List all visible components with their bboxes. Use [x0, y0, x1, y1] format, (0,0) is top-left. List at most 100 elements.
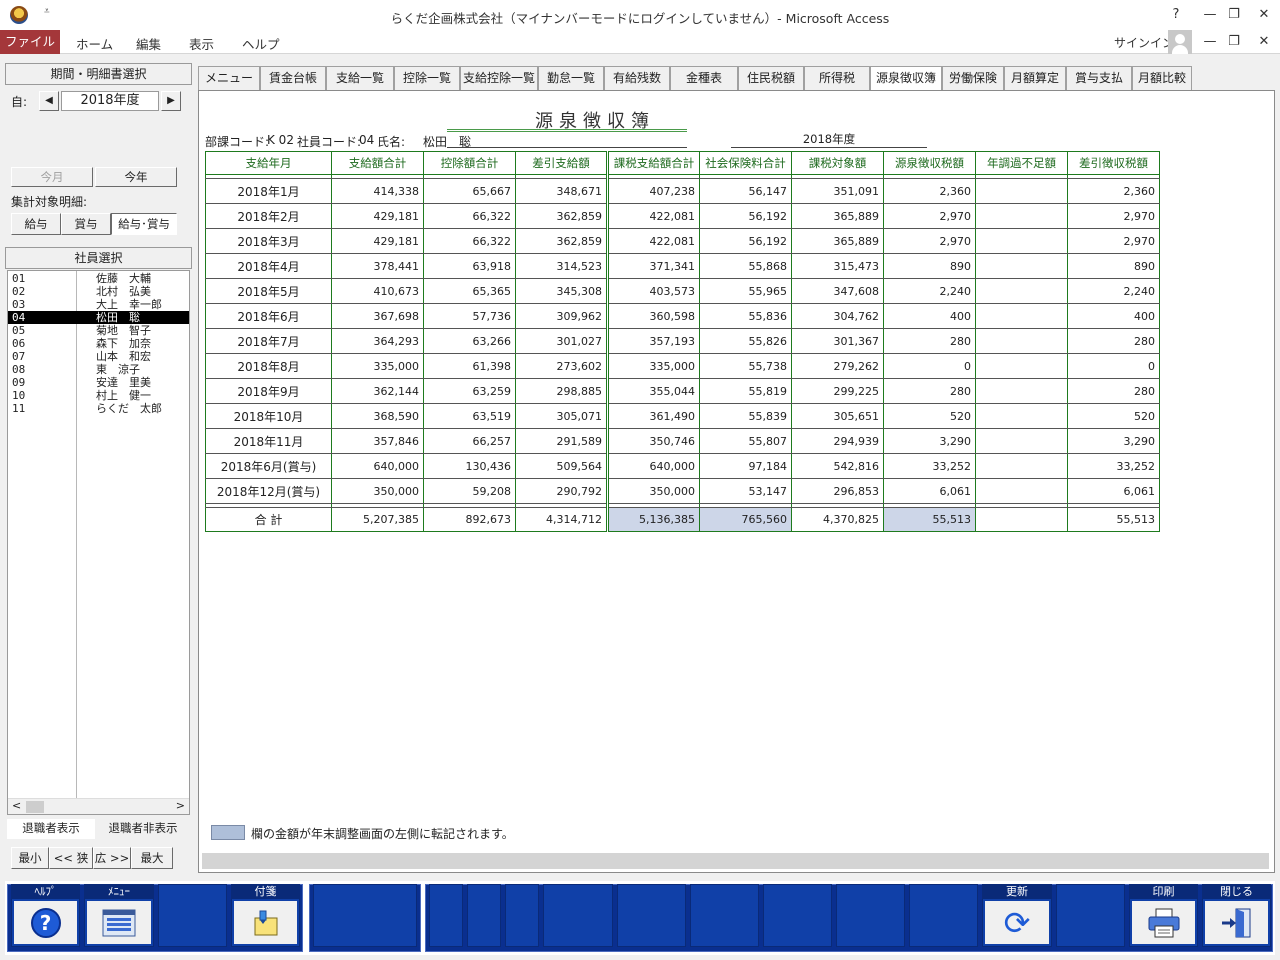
doc-close-button[interactable]: ✕: [1252, 32, 1276, 52]
row-label-cell: 2018年1月: [205, 178, 332, 204]
amount-cell: 640,000: [331, 453, 424, 479]
empty-toolbar-button-9[interactable]: [763, 884, 832, 947]
show-retired-button[interactable]: 退職者表示: [7, 819, 95, 839]
ribbon-tab-edit[interactable]: 編集: [136, 34, 161, 53]
employee-row[interactable]: 11 らくだ 太郎: [8, 402, 189, 415]
ribbon-tab-file[interactable]: ファイル: [0, 30, 60, 54]
amount-cell: 371,341: [606, 253, 700, 279]
this-year-button[interactable]: 今年: [95, 167, 177, 187]
employee-name: 村上 健一: [96, 389, 151, 402]
tab-7[interactable]: 金種表: [670, 66, 738, 90]
empty-toolbar-button-6[interactable]: [543, 884, 613, 947]
tab-5[interactable]: 勤怠一覧: [538, 66, 604, 90]
target-salary-bonus-button[interactable]: 給与･賞与: [111, 213, 177, 235]
employee-row[interactable]: 04 松田 聡: [8, 311, 189, 324]
amount-cell: 97,184: [699, 453, 792, 479]
ribbon-tab-help[interactable]: ヘルプ: [242, 34, 280, 53]
employee-row[interactable]: 03 大上 幸一郎: [8, 298, 189, 311]
empty-toolbar-button-12[interactable]: [1056, 884, 1125, 947]
empty-toolbar-button-2[interactable]: [313, 884, 417, 947]
refresh-button[interactable]: 更新 ⟳: [982, 884, 1052, 947]
help-icon[interactable]: ?: [1164, 5, 1188, 25]
ribbon-tab-home[interactable]: ホーム: [76, 34, 113, 53]
empty-toolbar-button-7[interactable]: [617, 884, 686, 947]
close-window-button[interactable]: ✕: [1252, 5, 1276, 25]
employee-row[interactable]: 08 東 涼子: [8, 363, 189, 376]
employee-list[interactable]: 01 佐藤 大輔 02 北村 弘美 03 大上 幸一郎 04 松田 聡 05 菊地 智子 06 森下 …: [7, 270, 190, 815]
zoom-narrow-button[interactable]: << 狭: [49, 847, 93, 869]
amount-cell: 0: [1067, 353, 1160, 379]
fiscal-year: 2018年度: [802, 132, 856, 146]
tab-11[interactable]: 労働保険: [942, 66, 1004, 90]
tab-0[interactable]: メニュー: [198, 66, 260, 90]
zoom-wide-button[interactable]: 広 >>: [93, 847, 131, 869]
empty-toolbar-button-1[interactable]: [158, 884, 227, 947]
tab-9[interactable]: 所得税: [804, 66, 870, 90]
empty-toolbar-button-8[interactable]: [690, 884, 759, 947]
empty-toolbar-button-11[interactable]: [909, 884, 978, 947]
employee-row[interactable]: 09 安達 里美: [8, 376, 189, 389]
zoom-min-button[interactable]: 最小: [11, 847, 49, 869]
tab-13[interactable]: 賞与支払: [1066, 66, 1132, 90]
year-field[interactable]: 2018年度: [61, 91, 159, 111]
employee-row[interactable]: 05 菊地 智子: [8, 324, 189, 337]
amount-cell: 364,293: [331, 328, 424, 354]
amount-cell: 345,308: [515, 278, 608, 304]
employee-row[interactable]: 01 佐藤 大輔: [8, 272, 189, 285]
amount-cell: 294,939: [791, 428, 884, 454]
employee-list-scrollbar[interactable]: < >: [8, 798, 189, 814]
prev-year-button[interactable]: ◀: [39, 91, 59, 111]
doc-restore-button[interactable]: ❐: [1222, 32, 1246, 52]
doc-minimize-button[interactable]: —: [1198, 32, 1222, 52]
empty-toolbar-button-10[interactable]: [836, 884, 905, 947]
help-button[interactable]: ﾍﾙﾌﾟ ?: [11, 884, 80, 947]
zoom-max-button[interactable]: 最大: [131, 847, 173, 869]
tab-8[interactable]: 住民税額: [738, 66, 804, 90]
column-header: 課税支給額合計: [606, 151, 700, 175]
tab-14[interactable]: 月額比較: [1132, 66, 1192, 90]
employee-code: 04: [12, 311, 26, 324]
scroll-thumb[interactable]: [26, 801, 44, 813]
print-button[interactable]: 印刷: [1129, 884, 1198, 947]
emp-code: 04: [359, 133, 375, 147]
target-salary-button[interactable]: 給与: [11, 213, 61, 235]
hide-retired-button[interactable]: 退職者非表示: [97, 819, 189, 839]
left-panel: 期間・明細書選択 自: ◀ 2018年度 ▶ 今月 今年 集計対象明細: 給与 …: [5, 63, 192, 875]
amount-cell: 429,181: [331, 228, 424, 254]
restore-button[interactable]: ❐: [1222, 5, 1246, 25]
user-avatar-icon[interactable]: [1168, 30, 1192, 54]
table-row: 2018年11月 357,846 66,257 291,589 350,746 55,80…: [205, 428, 1160, 454]
tab-10[interactable]: 源泉徴収簿: [870, 66, 942, 91]
this-month-button[interactable]: 今月: [11, 167, 93, 187]
scroll-right-icon[interactable]: >: [176, 799, 185, 812]
empty-toolbar-button-3[interactable]: [429, 884, 463, 947]
employee-row[interactable]: 07 山本 和宏: [8, 350, 189, 363]
tab-3[interactable]: 控除一覧: [394, 66, 460, 90]
tab-1[interactable]: 賃金台帳: [260, 66, 326, 90]
amount-cell: 410,673: [331, 278, 424, 304]
ribbon-tab-view[interactable]: 表示: [189, 34, 214, 53]
amount-cell: 56,192: [699, 203, 792, 229]
tab-2[interactable]: 支給一覧: [326, 66, 394, 90]
employee-row[interactable]: 02 北村 弘美: [8, 285, 189, 298]
scroll-left-icon[interactable]: <: [12, 799, 21, 812]
next-year-button[interactable]: ▶: [161, 91, 181, 111]
minimize-button[interactable]: —: [1198, 5, 1222, 25]
tab-4[interactable]: 支給控除一覧: [460, 66, 538, 90]
employee-row[interactable]: 06 森下 加奈: [8, 337, 189, 350]
sticky-note-button[interactable]: 付箋: [231, 884, 300, 947]
empty-toolbar-button-5[interactable]: [505, 884, 539, 947]
menu-button[interactable]: ﾒﾆｭｰ: [84, 884, 154, 947]
legend-swatch: [211, 825, 245, 840]
amount-cell: 2,240: [1067, 278, 1160, 304]
employee-row[interactable]: 10 村上 健一: [8, 389, 189, 402]
table-row: 2018年12月(賞与) 350,000 59,208 290,792 350,000 5…: [205, 478, 1160, 504]
signin-link[interactable]: サインイン: [1114, 34, 1174, 51]
amount-cell: 520: [883, 403, 976, 429]
empty-toolbar-button-4[interactable]: [467, 884, 501, 947]
tab-12[interactable]: 月額算定: [1004, 66, 1066, 90]
close-form-button[interactable]: 閉じる: [1202, 884, 1271, 947]
tab-6[interactable]: 有給残数: [604, 66, 670, 90]
target-bonus-button[interactable]: 賞与: [61, 213, 111, 235]
ribbon-tabs: ファイル ホーム 編集 表示 ヘルプ サインイン — ❐ ✕: [0, 30, 1280, 54]
